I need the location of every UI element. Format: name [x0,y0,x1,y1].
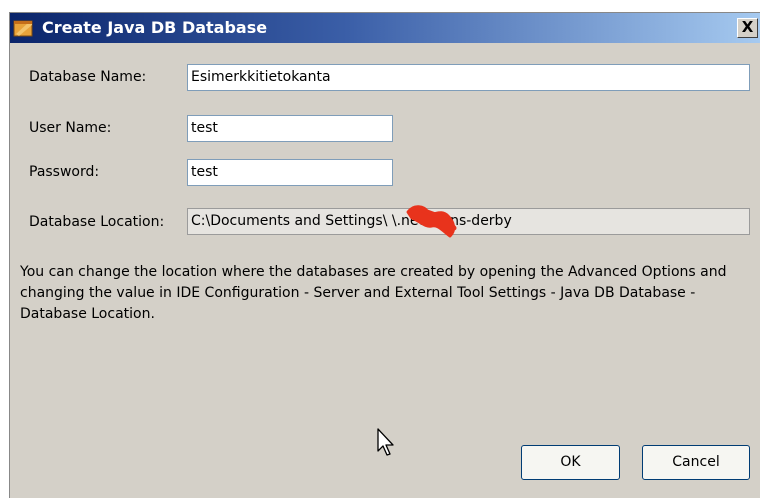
mouse-pointer-icon [377,428,394,456]
java-coffee-icon [13,20,33,37]
title-bar[interactable]: Create Java DB Database X [10,13,760,43]
redaction-scribble [406,205,457,238]
database-location-field: C:\Documents and Settings\ \.netbeans-de… [187,208,750,235]
database-name-input[interactable]: Esimerkkitietokanta [187,64,750,91]
password-input[interactable]: test [187,159,393,186]
close-button[interactable]: X [737,18,758,38]
cancel-button[interactable]: Cancel [642,445,750,480]
close-icon: X [741,18,754,36]
ok-button[interactable]: OK [521,445,620,480]
password-label: Password: [29,164,100,180]
database-location-label: Database Location: [29,214,165,230]
user-name-label: User Name: [29,120,112,136]
window-title: Create Java DB Database [42,18,268,37]
user-name-input[interactable]: test [187,115,393,142]
info-text: You can change the location where the da… [20,264,727,322]
database-name-label: Database Name: [29,69,147,85]
